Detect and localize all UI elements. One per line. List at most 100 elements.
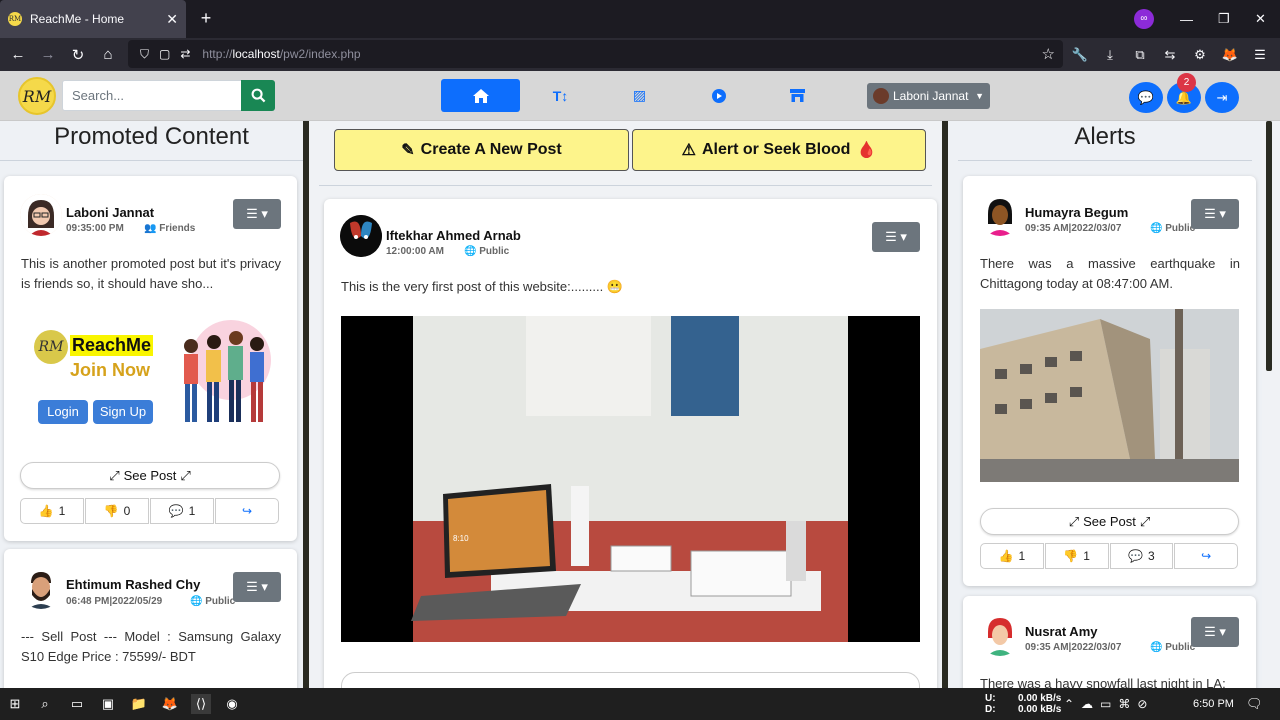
reachme-logo[interactable]: RM [18, 77, 56, 115]
firefox-icon[interactable]: 🦊 [160, 694, 180, 714]
expand-icon: ⤢ [180, 467, 191, 483]
windows-start-icon[interactable]: ⊞ [5, 694, 25, 714]
clock[interactable]: 6:50 PM [1193, 688, 1234, 720]
see-post-button[interactable]: ⤢ See Post ⤢ [20, 462, 280, 489]
caret-down-icon: ▼ [975, 91, 984, 101]
like-button[interactable]: 👍 1 [20, 498, 84, 524]
reload-icon[interactable]: ↻ [63, 40, 93, 70]
url-prefix: http:// [202, 47, 233, 61]
messages-button[interactable]: 💬 [1129, 82, 1163, 113]
nav-videos-button[interactable] [679, 79, 758, 112]
notification-count-badge: 2 [1177, 73, 1196, 92]
task-view-icon[interactable]: ▭ [67, 694, 87, 714]
like-button[interactable]: 👍 1 [980, 543, 1044, 569]
laptop-clock: 8:10 [453, 534, 469, 543]
url-path: /pw2/index.php [279, 47, 361, 61]
collapsed-building-photo [980, 309, 1239, 482]
promoted-post-card: Laboni Jannat 09:35:00 PM 👥 Friends ☰ ▾ … [4, 176, 297, 541]
share-button[interactable]: ↪ [1174, 543, 1238, 569]
thumbs-down-icon: 👎 [1063, 549, 1079, 563]
author-avatar[interactable] [979, 614, 1021, 656]
network-labels: U: D: [985, 688, 996, 720]
nav-photos-button[interactable]: ▨ [600, 79, 679, 112]
post-image[interactable]: 8:10 [341, 316, 920, 642]
author-avatar[interactable] [979, 194, 1021, 236]
comment-button[interactable]: 💬 1 [150, 498, 214, 524]
sync-icon[interactable]: ⇆ [1159, 44, 1181, 66]
browser-tab[interactable]: RM ReachMe - Home ✕ [0, 0, 186, 38]
close-window-icon[interactable]: ✕ [1255, 0, 1266, 38]
user-dropdown[interactable]: Laboni Jannat ▼ [867, 83, 990, 109]
alert-blood-button[interactable]: ⚠ Alert or Seek Blood 🩸 [632, 129, 926, 171]
wrench-icon[interactable]: 🔧 [1069, 44, 1091, 66]
search-icon[interactable]: ⌕ [35, 694, 55, 714]
edit-icon: ✎ [401, 142, 415, 159]
comment-box-preview[interactable] [341, 672, 920, 688]
firefox-extension-icon[interactable]: 🦊 [1219, 44, 1241, 66]
scrollbar-thumb[interactable] [1266, 121, 1272, 371]
url-bar[interactable]: ⛉ ▢ ⇄ http://localhost/pw2/index.php ☆ [128, 40, 1063, 68]
dislike-button[interactable]: 👎 0 [85, 498, 149, 524]
author-name[interactable]: Laboni Jannat [66, 205, 154, 220]
post-options-button[interactable]: ☰ ▾ [233, 572, 281, 602]
forward-arrow-icon[interactable]: → [33, 40, 63, 70]
post-text: This is the very first post of this webs… [341, 277, 901, 297]
nav-home-button[interactable] [441, 79, 520, 112]
post-text: --- Sell Post --- Model : Samsung Galaxy… [21, 629, 281, 664]
windows-taskbar: ⊞ ⌕ ▭ ▣ 📁 🦊 ⟨⟩ ◉ U: D: 0.00 kB/s 0.00 kB… [0, 688, 1280, 720]
menu-icon[interactable]: ☰ [1249, 44, 1271, 66]
app-icon[interactable]: ◉ [222, 694, 242, 714]
file-explorer-icon[interactable]: 📁 [129, 694, 149, 714]
author-name[interactable]: Iftekhar Ahmed Arnab [386, 228, 521, 243]
author-name[interactable]: Ehtimum Rashed Chy [66, 577, 200, 592]
author-avatar[interactable] [340, 215, 382, 257]
search-icon [251, 88, 265, 103]
bars-icon: ☰ ▾ [1204, 206, 1226, 221]
search-input[interactable]: Search... [62, 80, 242, 111]
settings-gear-icon[interactable]: ⚙ [1189, 44, 1211, 66]
play-circle-icon [711, 88, 726, 103]
bookmark-star-icon[interactable]: ☆ [1042, 45, 1055, 63]
feed-column: ✎ Create A New Post ⚠ Alert or Seek Blood 🩸… [309, 121, 942, 688]
restore-window-icon[interactable]: ❐ [1218, 0, 1230, 38]
promoted-post-card: Ehtimum Rashed Chy 06:48 PM|2022/05/29 🌐… [4, 549, 297, 688]
close-tab-icon[interactable]: ✕ [166, 11, 178, 28]
page-scrollbar[interactable] [1262, 121, 1280, 688]
home-icon [472, 88, 489, 103]
share-button[interactable]: ↪ [215, 498, 279, 524]
post-options-button[interactable]: ☰ ▾ [1191, 199, 1239, 229]
back-arrow-icon[interactable]: ← [3, 40, 33, 70]
post-privacy: 🌐 Public [1150, 223, 1195, 234]
search-button[interactable] [241, 80, 275, 111]
system-tray-icons[interactable]: ⌃☁▭⌘⊘ [1064, 688, 1154, 720]
logout-button[interactable]: ⇥ [1205, 82, 1239, 113]
store-app-icon[interactable]: ▣ [98, 694, 118, 714]
nav-text-posts-button[interactable]: T↕ [521, 79, 600, 112]
promo-image[interactable]: RM ReachMe Join Now Login Sign Up [32, 318, 276, 436]
browser-tab-strip: RM ReachMe - Home ✕ + ∞ — ❐ ✕ [0, 0, 1280, 38]
home-icon[interactable]: ⌂ [93, 40, 123, 70]
post-time: 09:35 AM|2022/03/07 [1025, 223, 1122, 234]
author-avatar[interactable] [20, 567, 62, 609]
author-name[interactable]: Humayra Begum [1025, 205, 1128, 220]
author-name[interactable]: Nusrat Amy [1025, 624, 1097, 639]
promo-brand: ReachMe [70, 335, 154, 356]
minimize-window-icon[interactable]: — [1180, 0, 1193, 38]
dislike-button[interactable]: 👎 1 [1044, 543, 1109, 569]
post-options-button[interactable]: ☰ ▾ [233, 199, 281, 229]
new-tab-button[interactable]: + [196, 8, 216, 28]
notification-center-icon[interactable]: 🗨 [1246, 688, 1263, 720]
see-post-button[interactable]: ⤢ See Post ⤢ [980, 508, 1239, 535]
promo-logo-circle: RM [34, 330, 68, 364]
post-options-button[interactable]: ☰ ▾ [1191, 617, 1239, 647]
create-post-button[interactable]: ✎ Create A New Post [334, 129, 629, 171]
vscode-icon[interactable]: ⟨⟩ [191, 694, 211, 714]
post-text: There was a havy snowfall last night in … [980, 676, 1226, 688]
downloads-icon[interactable]: ⤓ [1099, 44, 1121, 66]
comment-button[interactable]: 💬 3 [1109, 543, 1174, 569]
nav-marketplace-button[interactable] [758, 79, 837, 112]
post-options-button[interactable]: ☰ ▾ [872, 222, 920, 252]
earthquake-image[interactable] [980, 309, 1239, 482]
extensions-icon[interactable]: ⧉ [1129, 44, 1151, 66]
author-avatar[interactable] [20, 194, 62, 236]
